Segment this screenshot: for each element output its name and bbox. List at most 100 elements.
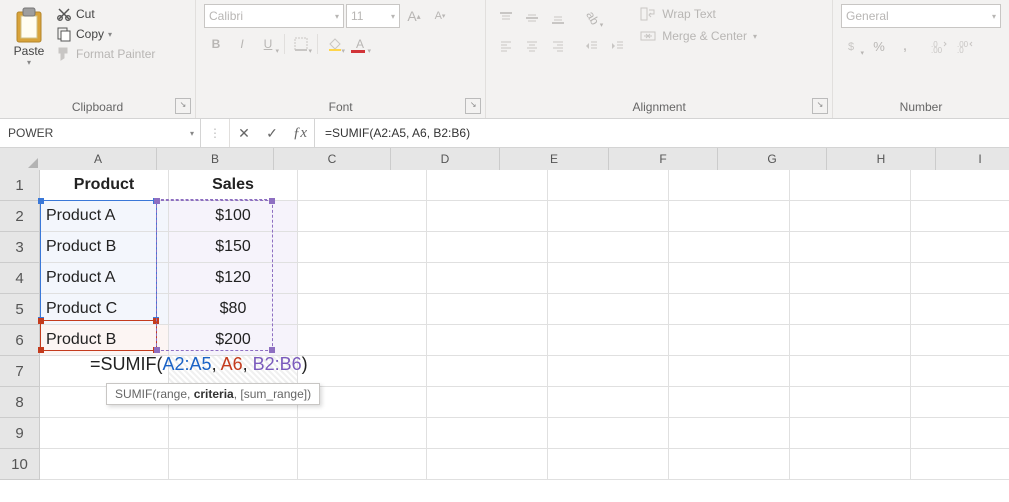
cell-e10[interactable] — [548, 449, 669, 480]
borders-button[interactable] — [289, 32, 313, 56]
cell-c3[interactable] — [298, 232, 427, 263]
cell-a3[interactable]: Product B — [40, 232, 169, 263]
enter-formula-button[interactable]: ✓ — [258, 119, 286, 147]
cell-e3[interactable] — [548, 232, 669, 263]
cell-g3[interactable] — [790, 232, 911, 263]
insert-function-button[interactable]: ƒx — [286, 119, 314, 147]
column-header-i[interactable]: I — [936, 148, 1009, 171]
cell-h6[interactable] — [911, 325, 1009, 356]
decrease-indent-button[interactable] — [580, 34, 604, 58]
row-header-2[interactable]: 2 — [0, 201, 40, 232]
cell-a9[interactable] — [40, 418, 169, 449]
column-header-a[interactable]: A — [40, 148, 157, 171]
cell-a5[interactable]: Product C — [40, 294, 169, 325]
formula-input[interactable]: =SUMIF(A2:A5, A6, B2:B6) — [315, 119, 1009, 147]
italic-button[interactable]: I — [230, 32, 254, 56]
cut-button[interactable]: Cut — [56, 6, 155, 22]
align-middle-button[interactable] — [520, 6, 544, 30]
column-header-g[interactable]: G — [718, 148, 827, 171]
cell-g10[interactable] — [790, 449, 911, 480]
cell-e2[interactable] — [548, 201, 669, 232]
cell-h7[interactable] — [911, 356, 1009, 387]
cell-f2[interactable] — [669, 201, 790, 232]
cell-f7[interactable] — [669, 356, 790, 387]
cell-f9[interactable] — [669, 418, 790, 449]
align-left-button[interactable] — [494, 34, 518, 58]
cell-h8[interactable] — [911, 387, 1009, 418]
cancel-formula-button[interactable]: ✕ — [230, 119, 258, 147]
active-cell-formula[interactable]: =SUMIF(A2:A5, A6, B2:B6) — [90, 354, 308, 375]
cell-d9[interactable] — [427, 418, 548, 449]
accounting-format-button[interactable]: $ — [841, 34, 865, 58]
wrap-text-button[interactable]: Wrap Text — [640, 6, 757, 22]
align-right-button[interactable] — [546, 34, 570, 58]
cell-c10[interactable] — [298, 449, 427, 480]
name-box[interactable]: POWER ▾ — [0, 119, 201, 147]
cell-g9[interactable] — [790, 418, 911, 449]
cell-e8[interactable] — [548, 387, 669, 418]
cell-h5[interactable] — [911, 294, 1009, 325]
column-header-b[interactable]: B — [157, 148, 274, 171]
column-header-d[interactable]: D — [391, 148, 500, 171]
number-format-combo[interactable]: General▾ — [841, 4, 1001, 28]
row-header-1[interactable]: 1 — [0, 170, 40, 201]
decrease-decimal-button[interactable]: .00.0 — [953, 34, 977, 58]
cell-b10[interactable] — [169, 449, 298, 480]
cell-c9[interactable] — [298, 418, 427, 449]
cell-g7[interactable] — [790, 356, 911, 387]
cell-a4[interactable]: Product A — [40, 263, 169, 294]
cell-g2[interactable] — [790, 201, 911, 232]
cell-g4[interactable] — [790, 263, 911, 294]
column-header-e[interactable]: E — [500, 148, 609, 171]
cell-b3[interactable]: $150 — [169, 232, 298, 263]
cell-e7[interactable] — [548, 356, 669, 387]
align-top-button[interactable] — [494, 6, 518, 30]
alignment-dialog-launcher[interactable]: ↘ — [812, 98, 828, 114]
cell-d4[interactable] — [427, 263, 548, 294]
cell-d7[interactable] — [427, 356, 548, 387]
cell-h9[interactable] — [911, 418, 1009, 449]
column-header-c[interactable]: C — [274, 148, 391, 171]
row-header-7[interactable]: 7 — [0, 356, 40, 387]
column-header-f[interactable]: F — [609, 148, 718, 171]
increase-decimal-button[interactable]: .0.00 — [927, 34, 951, 58]
cell-c1[interactable] — [298, 170, 427, 201]
cell-e1[interactable] — [548, 170, 669, 201]
cell-b6[interactable]: $200 — [169, 325, 298, 356]
row-header-4[interactable]: 4 — [0, 263, 40, 294]
row-header-10[interactable]: 10 — [0, 449, 40, 480]
cell-d2[interactable] — [427, 201, 548, 232]
cell-g5[interactable] — [790, 294, 911, 325]
align-bottom-button[interactable] — [546, 6, 570, 30]
underline-button[interactable]: U — [256, 32, 280, 56]
row-header-5[interactable]: 5 — [0, 294, 40, 325]
font-dialog-launcher[interactable]: ↘ — [465, 98, 481, 114]
font-name-combo[interactable]: Calibri▾ — [204, 4, 344, 28]
format-painter-button[interactable]: Format Painter — [56, 46, 155, 62]
row-header-6[interactable]: 6 — [0, 325, 40, 356]
cell-d5[interactable] — [427, 294, 548, 325]
cell-h4[interactable] — [911, 263, 1009, 294]
paste-button[interactable]: Paste ▾ — [8, 4, 50, 67]
font-size-combo[interactable]: 11▾ — [346, 4, 400, 28]
increase-indent-button[interactable] — [606, 34, 630, 58]
align-center-button[interactable] — [520, 34, 544, 58]
cell-b1[interactable]: Sales — [169, 170, 298, 201]
formula-options-button[interactable]: ⋮ — [201, 119, 230, 147]
cell-e6[interactable] — [548, 325, 669, 356]
cell-d1[interactable] — [427, 170, 548, 201]
fill-color-button[interactable] — [322, 32, 346, 56]
copy-button[interactable]: Copy ▾ — [56, 26, 155, 42]
cell-c5[interactable] — [298, 294, 427, 325]
column-header-h[interactable]: H — [827, 148, 936, 171]
merge-center-button[interactable]: Merge & Center ▾ — [640, 28, 757, 44]
cell-g8[interactable] — [790, 387, 911, 418]
cell-a10[interactable] — [40, 449, 169, 480]
cell-f3[interactable] — [669, 232, 790, 263]
cell-b9[interactable] — [169, 418, 298, 449]
bold-button[interactable]: B — [204, 32, 228, 56]
row-header-3[interactable]: 3 — [0, 232, 40, 263]
cell-h3[interactable] — [911, 232, 1009, 263]
cell-e5[interactable] — [548, 294, 669, 325]
orientation-button[interactable]: ab — [580, 6, 604, 30]
